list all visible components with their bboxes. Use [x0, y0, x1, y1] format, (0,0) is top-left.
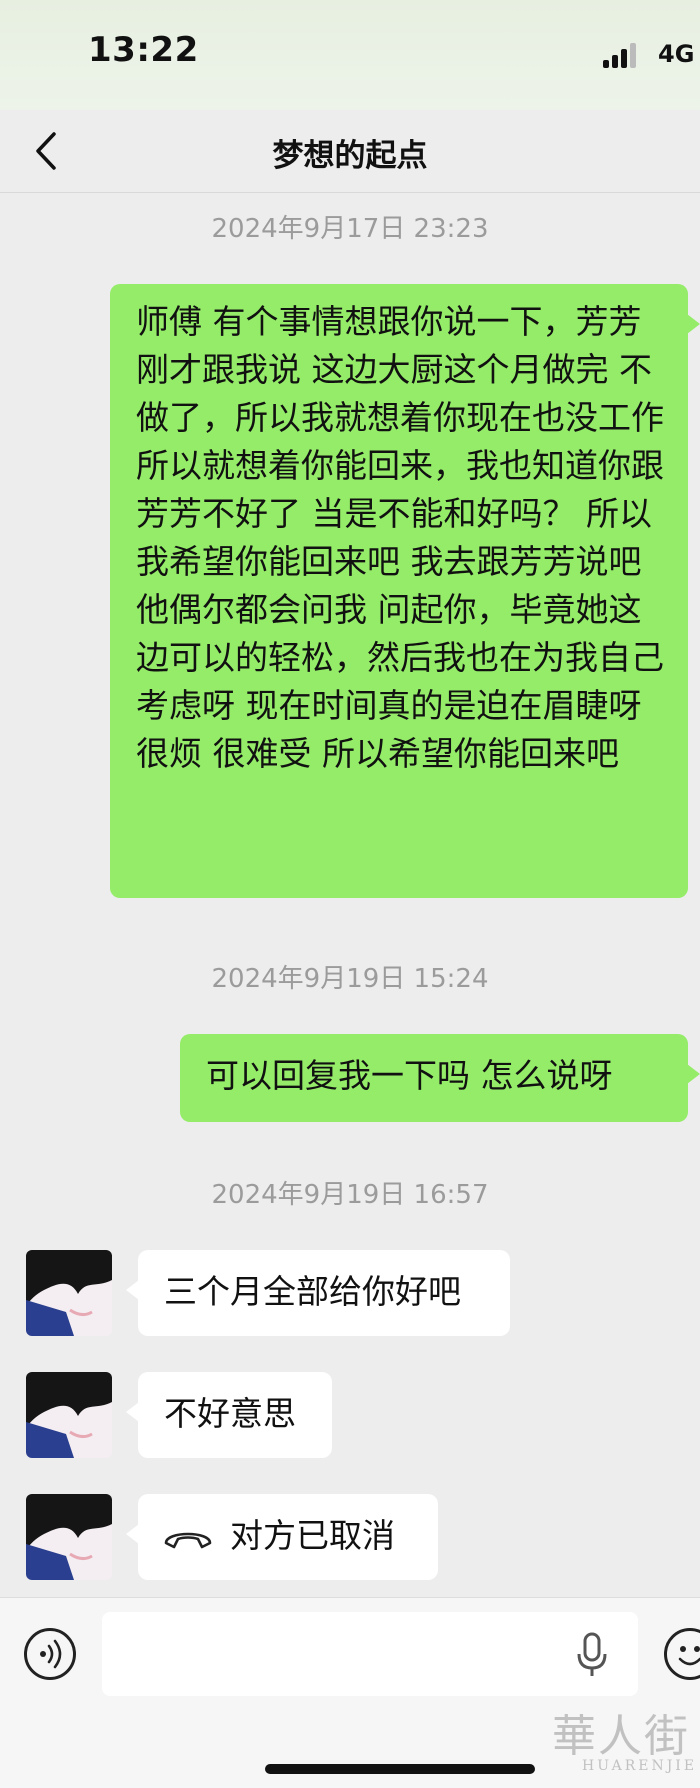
- contact-avatar[interactable]: [26, 1372, 112, 1458]
- signal-icon: [603, 42, 643, 68]
- timestamp: 2024年9月19日 16:57: [211, 1180, 489, 1210]
- microphone-icon[interactable]: [575, 1632, 609, 1678]
- timestamp: 2024年9月19日 15:24: [211, 964, 489, 994]
- network-type: 4G: [658, 40, 695, 68]
- call-record-message[interactable]: 对方已取消: [126, 1494, 438, 1580]
- watermark-brand: 華人街: [552, 1711, 690, 1762]
- status-time: 13:22: [88, 30, 199, 70]
- emoji-button[interactable]: [664, 1628, 700, 1680]
- incoming-message[interactable]: 三个月全部给你好吧: [126, 1250, 510, 1336]
- home-indicator: [265, 1764, 535, 1774]
- voice-icon: [40, 1639, 62, 1669]
- voice-input-button[interactable]: [24, 1628, 76, 1680]
- timestamp: 2024年9月17日 23:23: [211, 214, 489, 244]
- nav-bar: 梦想的起点: [0, 110, 700, 193]
- incoming-message[interactable]: 不好意思: [126, 1372, 332, 1458]
- contact-avatar[interactable]: [26, 1250, 112, 1336]
- chat-title: 梦想的起点: [272, 138, 428, 174]
- call-status-text: 对方已取消: [230, 1516, 395, 1555]
- emoji-icon: [678, 1646, 700, 1666]
- status-bar: 13:22 4G: [0, 0, 700, 110]
- watermark-sub: HUARENJIE: [582, 1758, 698, 1774]
- message-input[interactable]: [102, 1612, 638, 1696]
- contact-avatar[interactable]: [26, 1494, 112, 1580]
- watermark: 華人街 HUARENJIE: [552, 1700, 697, 1774]
- phone-hangup-icon: [164, 1532, 212, 1548]
- outgoing-message[interactable]: 师傅 有个事情想跟你说一下，芳芳刚才跟我说 这边大厨这个月做完 不做了，所以我就…: [110, 284, 700, 898]
- outgoing-message[interactable]: 可以回复我一下吗 怎么说呀: [180, 1034, 700, 1122]
- message-list: 2024年9月17日 23:23 师傅 有个事情想跟你说一下，芳芳刚才跟我说 这…: [0, 192, 700, 1597]
